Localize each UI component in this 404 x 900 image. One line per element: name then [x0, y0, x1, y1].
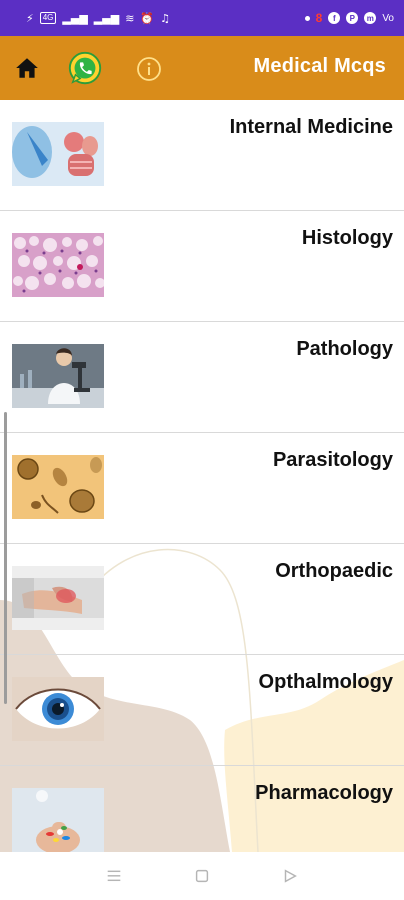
subject-list[interactable]: Internal Medicine Histology Pathology Pa… [0, 100, 404, 852]
subject-label: Pathology [296, 338, 393, 360]
subject-label: Opthalmology [258, 671, 393, 693]
lab-thumbnail [12, 344, 104, 408]
list-item[interactable]: Pathology [0, 322, 404, 433]
system-nav-bar [0, 852, 404, 900]
list-item[interactable]: Opthalmology [0, 655, 404, 766]
signal-icon-2: ▂▄▆ [93, 11, 120, 25]
list-item[interactable]: Histology [0, 211, 404, 322]
subject-label: Parasitology [272, 449, 393, 471]
alarm-icon: ⏰ [140, 11, 155, 25]
signal-icon: ▂▄▆ [62, 11, 88, 25]
home-square-icon[interactable] [182, 856, 222, 896]
subject-label: Orthopaedic [275, 560, 393, 582]
organs-thumbnail [12, 122, 104, 186]
volte-icon: Vo [382, 12, 394, 24]
list-item[interactable]: Parasitology [0, 433, 404, 544]
scrollbar[interactable] [4, 412, 7, 704]
dot-icon [304, 15, 310, 21]
eye-thumbnail [12, 677, 104, 741]
list-item[interactable]: Orthopaedic [0, 544, 404, 655]
pills-thumbnail [12, 788, 104, 852]
info-icon[interactable] [136, 56, 162, 82]
pinterest-icon: P [346, 12, 359, 24]
tissue-thumbnail [12, 233, 104, 297]
status-left: ⚡ 4G ▂▄▆ ▂▄▆ ≋ ⏰ ♫ [26, 12, 170, 24]
parasite-thumbnail [12, 455, 104, 519]
subject-label: Internal Medicine [229, 116, 393, 138]
subject-label: Histology [301, 227, 393, 249]
back-triangle-icon[interactable] [270, 856, 310, 896]
menu-icon[interactable] [94, 856, 134, 896]
app-bar: Medical Mcqs [0, 36, 404, 100]
app-notification-icon: 8 [315, 11, 323, 25]
messenger-icon: m [364, 12, 377, 24]
network-type-icon: 4G [39, 12, 57, 24]
status-right: 8 f P m Vo [304, 11, 394, 25]
facebook-icon: f [328, 12, 341, 24]
wrist-thumbnail [12, 566, 104, 630]
subject-label: Pharmacology [255, 782, 393, 804]
home-icon[interactable] [14, 55, 40, 81]
whatsapp-icon[interactable] [66, 50, 104, 88]
app-title: Medical Mcqs [253, 55, 386, 77]
list-item[interactable]: Pharmacology [0, 766, 404, 852]
wifi-icon: ≋ [125, 11, 135, 25]
status-bar: ⚡ 4G ▂▄▆ ▂▄▆ ≋ ⏰ ♫ 8 f P m Vo [0, 0, 404, 36]
list-item[interactable]: Internal Medicine [0, 100, 404, 211]
notification-bell-icon: ♫ [160, 11, 170, 25]
charging-icon: ⚡ [26, 11, 34, 25]
